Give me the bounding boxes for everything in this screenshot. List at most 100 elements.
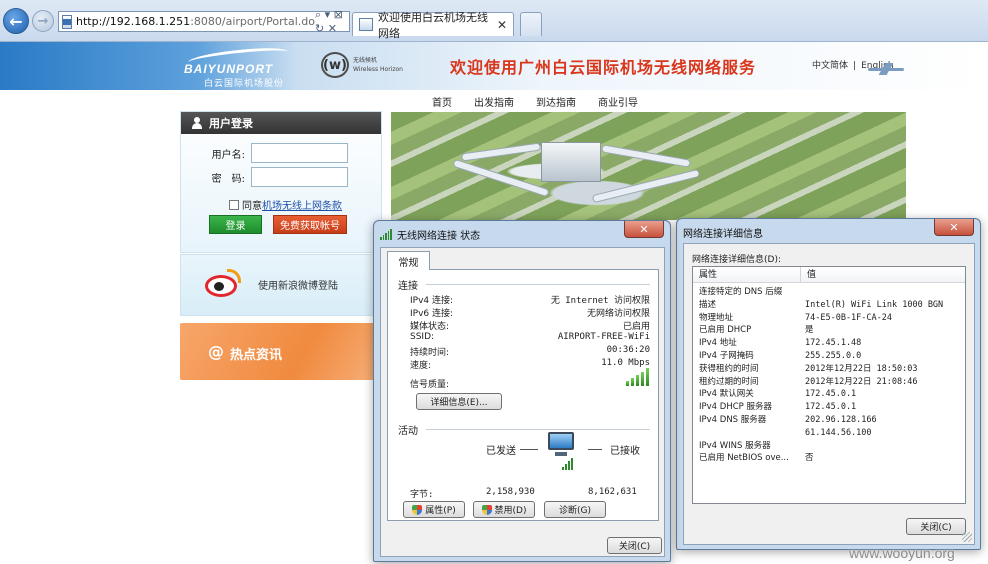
new-tab-button[interactable] — [520, 12, 542, 36]
wireless-horizon-logo: (w) 无线候机 Wireless Horizon — [321, 52, 403, 78]
welcome-banner: 欢迎使用广州白云国际机场无线网络服务 — [450, 58, 757, 77]
free-account-button[interactable]: 免费获取帐号 — [273, 215, 347, 234]
close-icon[interactable]: ✕ — [624, 221, 664, 238]
address-bar[interactable]: http://192.168.1.251:8080/airport/Portal… — [58, 8, 350, 35]
activity-group: 活动 — [398, 422, 650, 437]
close-icon[interactable]: ✕ — [934, 219, 974, 236]
page-icon — [359, 18, 373, 31]
status-row: 媒体状态: 已启用 — [410, 322, 650, 332]
details-list[interactable]: 属性 值 连接特定的 DNS 后缀 描述 Intel(R) WiFi Link 1… — [692, 266, 966, 504]
close-tab-icon[interactable]: ✕ — [497, 18, 507, 32]
bytes-sent: 2,158,930 — [486, 487, 535, 497]
nav-arrival[interactable]: 到达指南 — [536, 94, 576, 109]
status-close-button[interactable]: 关闭(C) — [607, 537, 662, 554]
table-row[interactable]: IPv4 子网掩码 255.255.0.0 — [693, 350, 965, 363]
details-close-button[interactable]: 关闭(C) — [906, 518, 966, 535]
airport-aerial-image — [391, 112, 906, 220]
password-input[interactable] — [251, 167, 348, 187]
at-icon: @ — [208, 342, 224, 361]
status-row: IPv4 连接: 无 Internet 访问权限 — [410, 296, 650, 306]
shield-icon — [481, 504, 492, 515]
airplane-icon — [868, 63, 908, 75]
sent-label: 已发送 — [486, 446, 516, 457]
details-button[interactable]: 详细信息(E)... — [416, 393, 502, 410]
baiyunport-logo: BAIYUNPORT 白云国际机场股份 — [180, 44, 320, 89]
site-nav: 首页 出发指南 到达指南 商业引导 — [432, 94, 638, 109]
nav-commerce[interactable]: 商业引导 — [598, 94, 638, 109]
status-row: IPv6 连接: 无网络访问权限 — [410, 309, 650, 319]
table-row[interactable]: 获得租约的时间 2012年12月22日 18:50:03 — [693, 363, 965, 376]
table-row[interactable]: IPv4 默认网关 172.45.0.1 — [693, 388, 965, 401]
dialog-body: 网络连接详细信息(D): 属性 值 连接特定的 DNS 后缀 描述 Intel(R… — [683, 243, 975, 545]
signal-quality-row: 信号质量: — [410, 380, 450, 390]
network-computer-icon — [546, 432, 576, 474]
table-row[interactable]: 连接特定的 DNS 后缀 — [693, 286, 965, 299]
weibo-login-label: 使用新浪微博登陆 — [258, 281, 338, 292]
hot-news-label: 热点资讯 — [230, 348, 283, 363]
column-value[interactable]: 值 — [801, 267, 816, 282]
table-row[interactable]: 物理地址 74-E5-0B-1F-CA-24 — [693, 312, 965, 325]
nav-home[interactable]: 首页 — [432, 94, 452, 109]
table-row[interactable]: IPv4 DHCP 服务器 172.45.0.1 — [693, 401, 965, 414]
browser-toolbar: ← → http://192.168.1.251:8080/airport/Po… — [0, 0, 988, 42]
login-button[interactable]: 登录 — [209, 215, 262, 234]
login-header: 用户登录 — [181, 112, 381, 134]
tab-title: 欢迎使用白云机场无线网络 — [378, 10, 488, 40]
hot-news-panel[interactable]: @ 热点资讯 — [180, 323, 382, 380]
wifi-icon: (w) — [321, 52, 349, 78]
wireless-signal-icon — [380, 228, 392, 240]
properties-button[interactable]: 属性(P) — [403, 501, 465, 518]
url-path: :8080/airport/Portal.do — [190, 15, 315, 28]
status-row: 速度: 11.0 Mbps — [410, 358, 650, 371]
table-row[interactable]: IPv4 地址 172.45.1.48 — [693, 337, 965, 350]
terms-link[interactable]: 机场无线上网条款 — [262, 197, 342, 212]
url-host: http://192.168.1.251 — [76, 15, 191, 28]
bytes-received: 8,162,631 — [588, 487, 637, 497]
username-row: 用户名: — [181, 143, 383, 163]
site-header: BAIYUNPORT 白云国际机场股份 (w) 无线候机 Wireless Hor… — [0, 42, 988, 90]
details-caption: 网络连接详细信息(D): — [692, 255, 781, 265]
username-label: 用户名: — [211, 149, 245, 161]
user-icon — [191, 117, 203, 129]
weibo-login-panel[interactable]: 使用新浪微博登陆 — [180, 254, 382, 316]
arrow-left-icon: ← — [9, 11, 23, 31]
password-row: 密 码: — [181, 167, 383, 187]
shield-icon — [412, 504, 423, 515]
table-row[interactable]: 61.144.56.100 — [693, 427, 965, 440]
nav-departure[interactable]: 出发指南 — [474, 94, 514, 109]
back-button[interactable]: ← — [3, 8, 29, 34]
weibo-icon — [205, 269, 241, 299]
tab-portal[interactable]: 欢迎使用白云机场无线网络 ✕ — [352, 11, 514, 40]
agree-checkbox[interactable] — [229, 199, 239, 210]
table-row[interactable]: 租约过期的时间 2012年12月22日 21:08:46 — [693, 376, 965, 389]
tab-general[interactable]: 常规 — [387, 251, 430, 270]
connection-group: 连接 — [398, 277, 650, 292]
login-panel: 用户登录 用户名: 密 码: 同意 机场无线上网条款 登录 免费获取帐号 — [180, 111, 382, 253]
column-property[interactable]: 属性 — [693, 267, 801, 282]
table-row[interactable]: IPv4 WINS 服务器 — [693, 440, 965, 453]
network-details-dialog: 网络连接详细信息 ✕ 网络连接详细信息(D): 属性 值 连接特定的 DNS 后… — [676, 218, 981, 550]
status-row: SSID: AIRPORT-FREE-WiFi — [410, 332, 650, 342]
disable-button[interactable]: 禁用(D) — [473, 501, 535, 518]
forward-button[interactable]: → — [32, 10, 54, 32]
received-label: 已接收 — [610, 446, 640, 457]
diagnose-button[interactable]: 诊断(G) — [544, 501, 606, 518]
table-row[interactable]: 已启用 DHCP 是 — [693, 324, 965, 337]
resize-grip[interactable] — [962, 532, 972, 542]
page-icon — [62, 14, 72, 29]
address-tools-icons[interactable]: ⌕ ▾ ⊠ ↻ ✕ — [315, 8, 349, 35]
wireless-status-dialog: 无线网络连接 状态 ✕ 常规 连接 IPv4 连接: 无 Internet 访问权… — [373, 220, 671, 562]
status-row: 持续时间: 00:36:20 — [410, 345, 650, 358]
lang-chinese-link[interactable]: 中文简体 — [812, 61, 848, 71]
general-tab-page: 连接 IPv4 连接: 无 Internet 访问权限 IPv6 连接: 无网络访问… — [387, 269, 659, 521]
arrow-right-icon: → — [37, 13, 49, 29]
signal-strength-icon — [626, 368, 650, 386]
list-header: 属性 值 — [693, 267, 965, 283]
dialog-body: 常规 连接 IPv4 连接: 无 Internet 访问权限 IPv6 连接: 无网… — [380, 247, 665, 557]
password-label: 密 码: — [211, 173, 245, 185]
username-input[interactable] — [251, 143, 348, 163]
table-row[interactable]: 已启用 NetBIOS ove... 否 — [693, 452, 965, 465]
table-row[interactable]: 描述 Intel(R) WiFi Link 1000 BGN — [693, 299, 965, 312]
table-row[interactable]: IPv4 DNS 服务器 202.96.128.166 — [693, 414, 965, 427]
watermark: www.wooyun.org — [849, 545, 955, 561]
